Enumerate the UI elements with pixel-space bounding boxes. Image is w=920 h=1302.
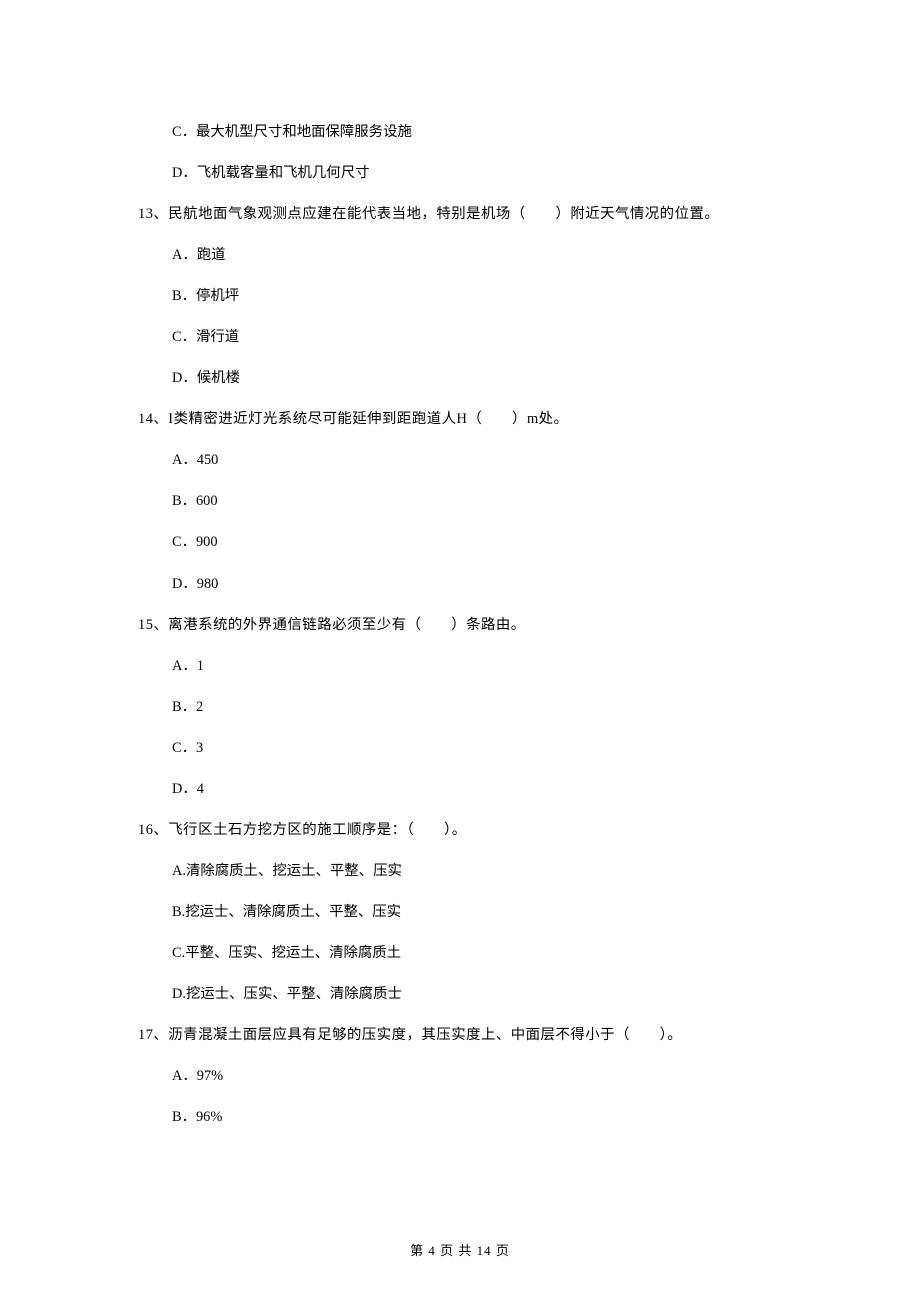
q17-stem: 17、沥青混凝土面层应具有足够的压实度，其压实度上、中面层不得小于（ ）。: [138, 1015, 838, 1056]
q14-stem: 14、I类精密进近灯光系统尽可能延伸到距跑道人H（ ）m处。: [138, 399, 838, 440]
q14-option-c: C．900: [172, 522, 838, 563]
q16-option-c: C.平整、压实、挖运土、清除腐质土: [172, 933, 838, 974]
q16-option-d: D.挖运士、压实、平整、清除腐质士: [172, 974, 838, 1015]
q13-option-b: B．停机坪: [172, 276, 838, 317]
page-content: C．最大机型尺寸和地面保障服务设施 D．飞机载客量和飞机几何尺寸 13、民航地面…: [0, 0, 920, 1138]
q14-option-d: D．980: [172, 564, 838, 605]
q17-option-b: B．96%: [172, 1097, 838, 1138]
q13-stem: 13、民航地面气象观测点应建在能代表当地，特别是机场（ ）附近天气情况的位置。: [138, 194, 838, 235]
q13-option-a: A．跑道: [172, 235, 838, 276]
q15-option-a: A．1: [172, 646, 838, 687]
q15-option-c: C．3: [172, 728, 838, 769]
page-footer: 第 4 页 共 14 页: [0, 1240, 920, 1259]
q15-option-d: D．4: [172, 769, 838, 810]
q14-option-b: B．600: [172, 481, 838, 522]
q15-stem: 15、离港系统的外界通信链路必须至少有（ ）条路由。: [138, 605, 838, 646]
q16-option-b: B.挖运士、清除腐质土、平整、压实: [172, 892, 838, 933]
q14-option-a: A．450: [172, 440, 838, 481]
q16-stem: 16、飞行区土石方挖方区的施工顺序是：（ ）。: [138, 810, 838, 851]
q13-option-d: D．候机楼: [172, 358, 838, 399]
q13-option-c: C．滑行道: [172, 317, 838, 358]
q16-option-a: A.清除腐质土、挖运土、平整、压实: [172, 851, 838, 892]
q12-option-d: D．飞机载客量和飞机几何尺寸: [172, 153, 838, 194]
q15-option-b: B．2: [172, 687, 838, 728]
q12-option-c: C．最大机型尺寸和地面保障服务设施: [172, 112, 838, 153]
q17-option-a: A．97%: [172, 1056, 838, 1097]
